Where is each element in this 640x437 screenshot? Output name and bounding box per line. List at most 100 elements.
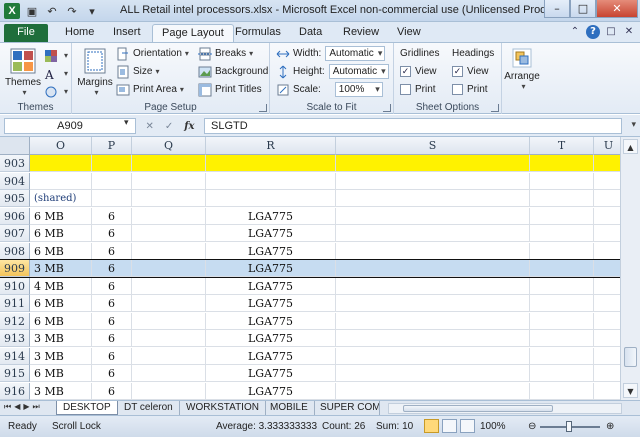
table-row[interactable]: 912 6 MB 6 LGA775 <box>0 312 620 330</box>
restore-window-icon[interactable]: □ <box>604 25 618 39</box>
cell-col-q[interactable] <box>132 172 206 190</box>
row-header[interactable]: 913 <box>0 330 30 347</box>
undo-icon[interactable]: ↶ <box>44 3 60 19</box>
cell-col-s[interactable] <box>336 225 530 242</box>
close-button[interactable]: ✕ <box>596 0 638 18</box>
cell-col-o[interactable]: 3 MB <box>30 330 92 347</box>
sheet-tab-dt-celeron[interactable]: DT celeron <box>118 401 180 415</box>
cell-col-r[interactable]: LGA775 <box>206 260 336 277</box>
width-select[interactable]: Automatic <box>325 46 386 61</box>
orientation-button[interactable]: Orientation ▾ <box>116 45 189 62</box>
cell-col-t[interactable] <box>530 172 594 190</box>
tab-insert[interactable]: Insert <box>104 24 150 42</box>
size-button[interactable]: Size ▾ <box>116 63 159 80</box>
excel-logo-icon[interactable]: X <box>4 3 20 19</box>
cell-col-o[interactable] <box>30 155 92 172</box>
close-workbook-icon[interactable]: ✕ <box>622 25 636 39</box>
worksheet-grid[interactable]: O P Q R S T U 903 904 905 (shared) 906 6 MB 6 L… <box>0 137 620 400</box>
cell-col-q[interactable] <box>132 225 206 242</box>
row-header[interactable]: 904 <box>0 172 30 190</box>
prev-sheet-icon[interactable]: ◀ <box>14 402 20 412</box>
last-sheet-icon[interactable]: ⏭ <box>33 402 40 412</box>
cell-col-r[interactable]: LGA775 <box>206 207 336 225</box>
column-header-u[interactable]: U <box>594 137 620 155</box>
customize-qat-icon[interactable]: ▾ <box>84 3 100 19</box>
save-icon[interactable]: ▣ <box>24 3 40 19</box>
gridlines-print-checkbox[interactable]: Print <box>400 81 436 98</box>
cell-col-p[interactable]: 6 <box>92 312 132 330</box>
column-header-p[interactable]: P <box>92 137 132 155</box>
select-all-corner[interactable] <box>0 137 30 155</box>
table-row[interactable]: 911 6 MB 6 LGA775 <box>0 295 620 312</box>
table-row[interactable]: 904 <box>0 172 620 190</box>
cell-col-t[interactable] <box>530 382 594 400</box>
cell-col-s[interactable] <box>336 207 530 225</box>
maximize-button[interactable]: □ <box>570 0 596 18</box>
vertical-scrollbar[interactable]: ▲ ▼ <box>620 137 640 400</box>
cell-col-q[interactable] <box>132 382 206 400</box>
cell-col-s[interactable] <box>336 295 530 312</box>
tab-formulas[interactable]: Formulas <box>226 24 290 42</box>
cell-col-p[interactable]: 6 <box>92 347 132 365</box>
row-header[interactable]: 905 <box>0 190 30 207</box>
cell-col-r[interactable] <box>206 155 336 172</box>
sheet-tab-super-com[interactable]: SUPER COM <box>314 401 380 415</box>
cell-col-o[interactable]: 6 MB <box>30 207 92 225</box>
sheet-options-launcher-icon[interactable] <box>491 104 499 112</box>
scale-input[interactable]: 100% <box>334 82 383 97</box>
cell-col-t[interactable] <box>530 312 594 330</box>
sheet-tab-mobile[interactable]: MOBILE <box>264 401 315 415</box>
table-row[interactable]: 907 6 MB 6 LGA775 <box>0 225 620 242</box>
cell-col-u[interactable] <box>594 383 620 400</box>
cell-col-o[interactable]: 6 MB <box>30 295 92 312</box>
theme-effects-button[interactable]: ▾ <box>44 83 68 100</box>
row-header[interactable]: 903 <box>0 155 30 172</box>
cell-col-p[interactable]: 6 <box>92 382 132 400</box>
cell-col-s[interactable] <box>336 382 530 400</box>
cell-col-p[interactable]: 6 <box>92 295 132 312</box>
first-sheet-icon[interactable]: ⏮ <box>4 402 11 412</box>
cell-col-t[interactable] <box>530 225 594 242</box>
row-header[interactable]: 906 <box>0 207 30 225</box>
cell-col-s[interactable] <box>336 312 530 330</box>
help-icon[interactable]: ? <box>586 25 600 39</box>
cell-col-u[interactable] <box>594 173 620 190</box>
cell-col-t[interactable] <box>530 190 594 207</box>
tab-home[interactable]: Home <box>56 24 103 42</box>
zoom-slider-knob[interactable] <box>566 421 572 432</box>
horizontal-scrollbar[interactable] <box>388 403 622 414</box>
cell-col-q[interactable] <box>132 295 206 312</box>
cell-col-q[interactable] <box>132 277 206 295</box>
next-sheet-icon[interactable]: ▶ <box>23 402 29 412</box>
arrange-button[interactable]: Arrange ▾ <box>504 47 540 91</box>
name-box[interactable]: A909 <box>4 118 136 134</box>
cell-col-r[interactable]: LGA775 <box>206 312 336 330</box>
cell-col-p[interactable]: 6 <box>92 277 132 295</box>
row-header[interactable]: 907 <box>0 225 30 242</box>
cell-col-o[interactable]: 6 MB <box>30 242 92 260</box>
cell-col-r[interactable]: LGA775 <box>206 242 336 260</box>
minimize-ribbon-icon[interactable]: ⌃ <box>568 25 582 39</box>
cell-col-r[interactable]: LGA775 <box>206 382 336 400</box>
cell-col-t[interactable] <box>530 260 594 277</box>
page-break-view-icon[interactable] <box>460 419 475 433</box>
redo-icon[interactable]: ↷ <box>64 3 80 19</box>
cancel-icon[interactable]: ✕ <box>145 121 153 132</box>
cell-col-q[interactable] <box>132 347 206 365</box>
tab-data[interactable]: Data <box>290 24 331 42</box>
cell-col-s[interactable] <box>336 242 530 260</box>
expand-formula-bar-icon[interactable]: ▾ <box>631 120 636 130</box>
cell-col-t[interactable] <box>530 295 594 312</box>
cell-col-q[interactable] <box>132 207 206 225</box>
cell-col-s[interactable] <box>336 330 530 347</box>
table-row[interactable]: 916 3 MB 6 LGA775 <box>0 382 620 400</box>
tab-view[interactable]: View <box>388 24 430 42</box>
print-area-button[interactable]: Print Area ▾ <box>116 81 184 98</box>
cell-col-q[interactable] <box>132 365 206 382</box>
cell-col-s[interactable] <box>336 260 530 277</box>
cell-col-s[interactable] <box>336 155 530 172</box>
scale-to-fit-launcher-icon[interactable] <box>383 104 391 112</box>
row-header[interactable]: 916 <box>0 382 30 400</box>
cell-col-p[interactable]: 6 <box>92 365 132 382</box>
table-row[interactable]: 906 6 MB 6 LGA775 <box>0 207 620 225</box>
